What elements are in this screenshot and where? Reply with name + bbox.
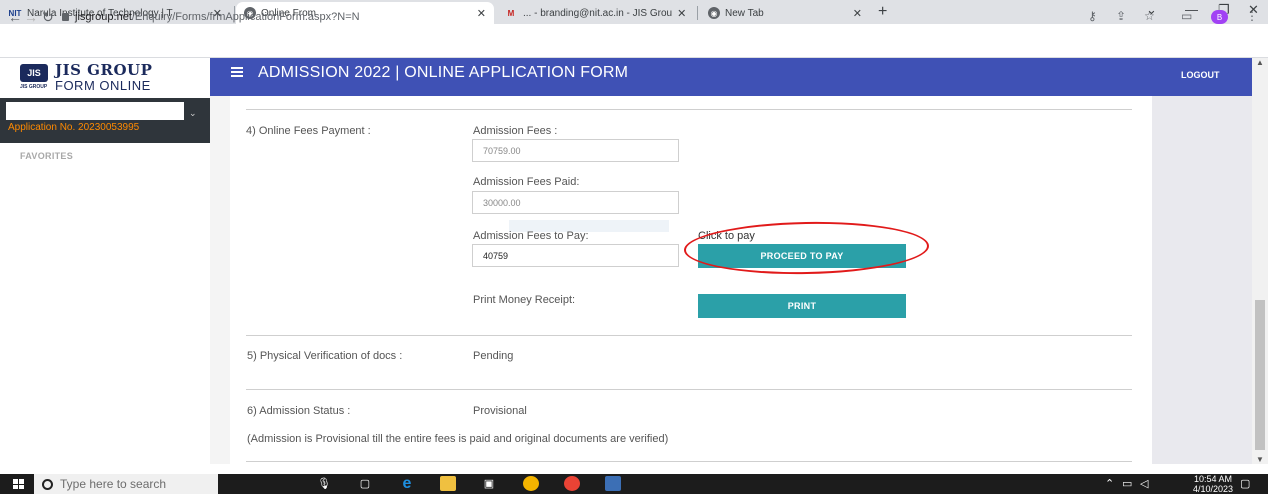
tab-mail[interactable]: M ... - branding@nit.ac.in - JIS Grou ✕ [496,2,694,24]
notification-icon[interactable]: ▢ [1240,477,1250,490]
receipt-label: Print Money Receipt: [473,294,576,306]
scrollbar-thumb[interactable] [1255,300,1265,450]
cortana-icon [42,478,53,490]
divider [246,335,1132,336]
logo-subtext: JIS GROUP [20,84,48,90]
taskbar-search[interactable]: Type here to search [34,474,218,494]
divider [246,109,1132,110]
logout-button[interactable]: LOGOUT [1181,70,1220,80]
status-note: (Admission is Provisional till the entir… [247,433,669,445]
microphone-icon[interactable]: 🎙 [316,476,332,491]
volume-icon[interactable]: ◁ [1140,477,1148,490]
close-icon[interactable]: ✕ [477,7,486,20]
scroll-down-icon[interactable]: ▼ [1256,455,1264,464]
tab-title: ... - branding@nit.ac.in - JIS Grou [523,7,673,19]
form-card [230,96,1152,464]
url-path: /Enquiry/Forms/frmApplicationForm.aspx?N… [131,11,360,23]
search-placeholder: Type here to search [60,477,167,491]
new-tab-icon[interactable]: + [878,3,887,21]
edge-icon[interactable]: e [399,475,415,492]
verification-label: 5) Physical Verification of docs : [247,350,403,362]
chrome-profile-icon[interactable] [564,476,580,491]
divider [246,389,1132,390]
redacted-user-name [6,102,184,120]
lock-icon [62,13,69,21]
close-icon[interactable]: ✕ [677,7,686,20]
fees-to-pay-field[interactable]: 40759 [472,244,679,267]
clock-time: 10:54 AM [1194,474,1233,484]
logo-title: JIS GROUP [55,61,153,79]
globe-icon: ◉ [708,7,720,19]
address-bar [0,24,1268,58]
network-icon[interactable]: ▭ [1122,477,1132,490]
fees-section-label: 4) Online Fees Payment : [246,125,371,137]
clock[interactable]: 10:54 AM 4/10/2023 [1193,474,1233,494]
url-host: jisgroup.net [75,11,132,23]
chrome-icon[interactable] [523,476,539,491]
app-icon[interactable] [605,476,621,491]
tab-separator [697,6,698,20]
mail-icon: M [507,8,515,18]
tab-new-tab[interactable]: ◉ New Tab ✕ [700,2,870,24]
scroll-up-icon[interactable]: ▲ [1256,58,1264,67]
share-icon[interactable]: ⇪ [1116,9,1126,23]
side-panel-icon[interactable]: ▭ [1181,9,1192,23]
verification-value: Pending [473,350,514,362]
clock-date: 4/10/2023 [1193,484,1234,494]
store-icon[interactable]: ▣ [481,476,497,491]
menu-icon[interactable]: ⋮ [1246,9,1258,23]
star-icon[interactable]: ☆ [1144,9,1155,23]
key-icon[interactable]: ⚷ [1088,9,1097,23]
tab-title: New Tab [725,7,764,19]
hamburger-menu-icon[interactable] [231,67,243,77]
fees-paid-field[interactable]: 30000.00 [472,191,679,214]
back-icon[interactable]: ← [8,9,22,25]
application-number: Application No. 20230053995 [8,122,140,133]
fees-to-pay-label: Admission Fees to Pay: [473,230,589,242]
print-button[interactable]: PRINT [698,294,906,318]
chevron-down-icon[interactable]: ⌄ [189,108,197,119]
reload-icon[interactable]: ↻ [42,9,54,26]
jis-logo-icon: JIS [20,64,48,82]
favorites-heading: FAVORITES [20,151,74,161]
admission-fees-field[interactable]: 70759.00 [472,139,679,162]
right-gutter [1152,96,1252,464]
windows-start-icon[interactable] [13,479,24,489]
close-icon[interactable]: ✕ [853,7,862,20]
forward-icon[interactable]: → [24,9,38,25]
admission-fees-label: Admission Fees : [473,125,558,137]
logo-subtitle: FORM ONLINE [55,78,151,93]
status-label: 6) Admission Status : [247,405,351,417]
profile-avatar[interactable]: B [1211,10,1228,24]
page-title: ADMISSION 2022 | ONLINE APPLICATION FORM [258,64,629,81]
file-explorer-icon[interactable] [440,476,456,491]
task-view-icon[interactable]: ▢ [357,476,373,491]
tray-chevron-icon[interactable]: ⌃ [1105,477,1114,490]
fees-paid-label: Admission Fees Paid: [473,176,580,188]
divider [246,461,1132,462]
status-value: Provisional [473,405,527,417]
url-field[interactable]: jisgroup.net/Enquiry/Forms/frmApplicatio… [62,11,360,23]
